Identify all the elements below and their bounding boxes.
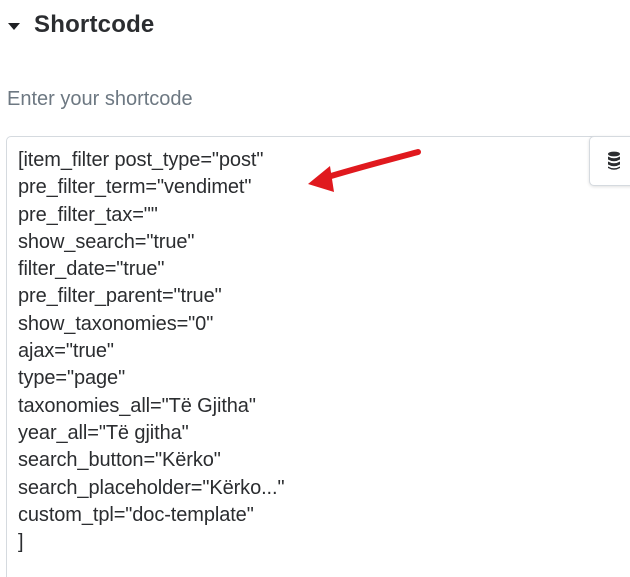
code-line: pre_filter_tax="" bbox=[18, 203, 158, 226]
code-line: search_placeholder="Kërko..." bbox=[18, 476, 285, 499]
shortcode-panel: Shortcode Enter your shortcode [item_fil… bbox=[0, 0, 630, 577]
code-line: year_all="Të gjitha" bbox=[18, 421, 189, 444]
code-line: search_button="Kërko" bbox=[18, 449, 221, 472]
section-toggle[interactable]: Shortcode bbox=[8, 6, 154, 44]
code-line: custom_tpl="doc-template" bbox=[18, 503, 254, 526]
database-icon bbox=[608, 151, 620, 170]
code-line: pre_filter_parent="true" bbox=[18, 285, 222, 308]
shortcode-textarea[interactable]: [item_filter post_type="post" pre_filter… bbox=[6, 136, 630, 577]
shortcode-text[interactable]: [item_filter post_type="post" pre_filter… bbox=[18, 147, 285, 556]
code-line: type="page" bbox=[18, 367, 126, 390]
shortcode-field-label: Enter your shortcode bbox=[7, 88, 193, 110]
dynamic-tags-button[interactable] bbox=[589, 136, 630, 186]
code-line: show_taxonomies="0" bbox=[18, 312, 214, 335]
code-line: ajax="true" bbox=[18, 340, 114, 363]
code-line: [item_filter post_type="post" bbox=[18, 149, 264, 171]
code-line: taxonomies_all="Të Gjitha" bbox=[18, 394, 256, 417]
code-line: pre_filter_term="vendimet" bbox=[18, 176, 252, 199]
code-line: ] bbox=[18, 531, 24, 554]
caret-down-icon[interactable] bbox=[8, 22, 20, 30]
code-line: show_search="true" bbox=[18, 230, 195, 253]
section-title: Shortcode bbox=[34, 11, 155, 38]
code-line: filter_date="true" bbox=[18, 258, 165, 281]
